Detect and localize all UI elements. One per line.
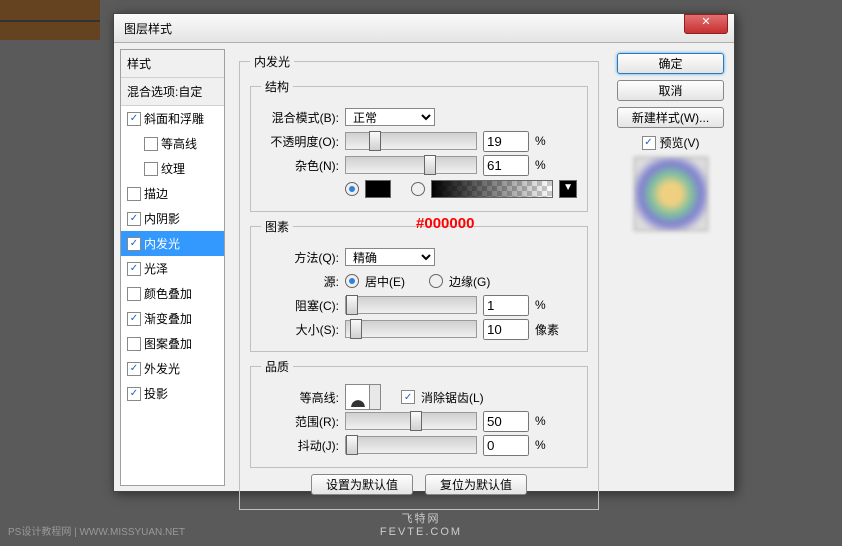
source-label: 源: [261,273,339,290]
noise-input[interactable] [483,155,529,176]
sidebar-item-5[interactable]: 内发光 [121,231,224,256]
opacity-slider[interactable] [345,132,477,150]
style-checkbox[interactable] [127,212,141,226]
size-label: 大小(S): [261,321,339,338]
sidebar-item-4[interactable]: 内阴影 [121,206,224,231]
preview-checkbox[interactable] [642,136,656,150]
blend-mode-select[interactable]: 正常 [345,108,435,126]
gradient-dropdown-icon[interactable]: ▼ [559,180,577,198]
jitter-input[interactable] [483,435,529,456]
ok-button[interactable]: 确定 [617,53,724,74]
sidebar-subheading[interactable]: 混合选项:自定 [121,78,224,106]
footer-text: 飞特网FEVTE.COM [0,510,842,538]
quality-group: 品质 等高线: 消除锯齿(L) 范围(R): % [250,358,588,468]
close-button[interactable]: ✕ [684,14,728,34]
style-checkbox[interactable] [127,362,141,376]
style-checkbox[interactable] [127,262,141,276]
sidebar-item-label: 纹理 [161,160,185,177]
sidebar-item-label: 等高线 [161,135,197,152]
opacity-input[interactable] [483,131,529,152]
source-edge-radio[interactable] [429,274,443,288]
panel-title: 内发光 [250,53,294,70]
color-annotation: #000000 [416,215,474,232]
new-style-button[interactable]: 新建样式(W)... [617,107,724,128]
source-center-radio[interactable] [345,274,359,288]
contour-picker[interactable] [345,384,381,410]
jitter-slider[interactable] [345,436,477,454]
style-checkbox[interactable] [127,237,141,251]
size-slider[interactable] [345,320,477,338]
inner-glow-group: 内发光 结构 混合模式(B): 正常 不透明度(O): % 杂色(N): [239,53,599,510]
blend-mode-label: 混合模式(B): [261,109,339,126]
sidebar-item-label: 外发光 [144,360,180,377]
sidebar-item-9[interactable]: 图案叠加 [121,331,224,356]
range-label: 范围(R): [261,413,339,430]
settings-panel: 内发光 结构 混合模式(B): 正常 不透明度(O): % 杂色(N): [231,49,607,486]
sidebar-item-11[interactable]: 投影 [121,381,224,406]
preview-thumbnail [634,157,708,231]
chevron-down-icon[interactable] [369,385,380,409]
color-swatch[interactable] [365,180,391,198]
reset-default-button[interactable]: 复位为默认值 [425,474,527,495]
technique-select[interactable]: 精确 [345,248,435,266]
sidebar-item-label: 图案叠加 [144,335,192,352]
sidebar-item-0[interactable]: 斜面和浮雕 [121,106,224,131]
cancel-button[interactable]: 取消 [617,80,724,101]
sidebar-item-label: 渐变叠加 [144,310,192,327]
choke-label: 阻塞(C): [261,297,339,314]
sidebar-item-2[interactable]: 纹理 [121,156,224,181]
make-default-button[interactable]: 设置为默认值 [311,474,413,495]
style-checkbox[interactable] [127,312,141,326]
style-checkbox[interactable] [127,287,141,301]
color-radio[interactable] [345,182,359,196]
sidebar-item-label: 内阴影 [144,210,180,227]
range-slider[interactable] [345,412,477,430]
choke-input[interactable] [483,295,529,316]
style-checkbox[interactable] [144,162,158,176]
structure-group: 结构 混合模式(B): 正常 不透明度(O): % 杂色(N): [250,78,588,212]
titlebar[interactable]: 图层样式 ✕ [114,14,734,43]
style-checkbox[interactable] [127,387,141,401]
style-checkbox[interactable] [127,112,141,126]
sidebar-item-label: 描边 [144,185,168,202]
noise-slider[interactable] [345,156,477,174]
dialog-title: 图层样式 [114,14,734,43]
sidebar-item-label: 投影 [144,385,168,402]
styles-sidebar: 样式 混合选项:自定 斜面和浮雕等高线纹理描边内阴影内发光光泽颜色叠加渐变叠加图… [120,49,225,486]
sidebar-item-3[interactable]: 描边 [121,181,224,206]
noise-label: 杂色(N): [261,157,339,174]
choke-slider[interactable] [345,296,477,314]
elements-group: 图素 方法(Q): 精确 源: 居中(E) 边缘(G) 阻塞(C): [250,218,588,352]
technique-label: 方法(Q): [261,249,339,266]
sidebar-item-8[interactable]: 渐变叠加 [121,306,224,331]
sidebar-item-10[interactable]: 外发光 [121,356,224,381]
sidebar-heading[interactable]: 样式 [121,50,224,78]
sidebar-item-6[interactable]: 光泽 [121,256,224,281]
contour-label: 等高线: [261,389,339,406]
sidebar-item-label: 颜色叠加 [144,285,192,302]
sidebar-item-7[interactable]: 颜色叠加 [121,281,224,306]
layer-style-dialog: 图层样式 ✕ 样式 混合选项:自定 斜面和浮雕等高线纹理描边内阴影内发光光泽颜色… [113,13,735,492]
right-panel: 确定 取消 新建样式(W)... 预览(V) [613,49,728,486]
gradient-picker[interactable] [431,180,553,198]
sidebar-item-label: 光泽 [144,260,168,277]
gradient-radio[interactable] [411,182,425,196]
opacity-label: 不透明度(O): [261,133,339,150]
sidebar-item-label: 内发光 [144,235,180,252]
antialias-checkbox[interactable] [401,390,415,404]
range-input[interactable] [483,411,529,432]
style-checkbox[interactable] [127,187,141,201]
jitter-label: 抖动(J): [261,437,339,454]
size-input[interactable] [483,319,529,340]
sidebar-item-label: 斜面和浮雕 [144,110,204,127]
sidebar-item-1[interactable]: 等高线 [121,131,224,156]
style-checkbox[interactable] [127,337,141,351]
style-checkbox[interactable] [144,137,158,151]
